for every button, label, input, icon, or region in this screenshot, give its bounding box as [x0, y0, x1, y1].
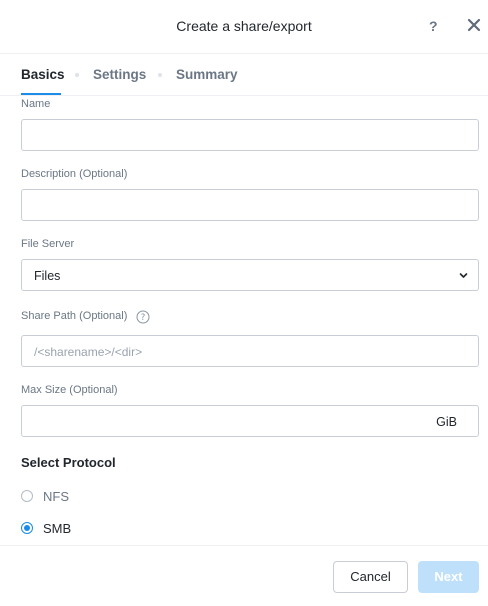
tab-settings[interactable]: Settings	[93, 67, 146, 82]
tab-basics[interactable]: Basics	[21, 67, 65, 82]
svg-text:?: ?	[141, 313, 146, 323]
smb-radio[interactable]	[21, 522, 33, 534]
chevron-down-icon	[459, 273, 468, 278]
name-input[interactable]	[21, 119, 479, 151]
help-circle-icon[interactable]: ?	[136, 310, 150, 324]
file-server-selected: Files	[34, 269, 61, 283]
next-button[interactable]: Next	[418, 561, 479, 593]
close-icon[interactable]	[466, 17, 482, 33]
max-size-unit: GiB	[436, 415, 457, 429]
file-server-select[interactable]: Files	[21, 259, 479, 291]
tab-summary[interactable]: Summary	[176, 67, 238, 82]
dialog-title: Create a share/export	[176, 18, 312, 34]
share-path-placeholder: /<sharename>/<dir>	[34, 345, 143, 359]
share-path-label: Share Path (Optional)	[21, 310, 128, 322]
file-server-label: File Server	[21, 238, 75, 250]
name-label: Name	[21, 98, 51, 110]
tab-separator	[158, 73, 162, 77]
description-label: Description (Optional)	[21, 168, 128, 180]
description-input[interactable]	[21, 189, 479, 221]
max-size-input[interactable]: GiB	[21, 405, 479, 437]
dialog-header: Create a share/export ?	[0, 0, 488, 54]
nfs-radio-label[interactable]: NFS	[43, 489, 69, 504]
dialog-footer: Cancel Next	[0, 545, 488, 606]
smb-radio-label[interactable]: SMB	[43, 521, 71, 536]
protocol-section-title: Select Protocol	[21, 455, 116, 470]
nfs-radio[interactable]	[21, 490, 33, 502]
share-path-input[interactable]: /<sharename>/<dir>	[21, 335, 479, 367]
cancel-button[interactable]: Cancel	[333, 561, 408, 593]
help-button[interactable]: ?	[429, 18, 438, 34]
max-size-label: Max Size (Optional)	[21, 384, 118, 396]
tab-bar: Basics Settings Summary	[0, 54, 488, 96]
active-tab-indicator	[21, 93, 61, 95]
tab-separator	[75, 73, 79, 77]
